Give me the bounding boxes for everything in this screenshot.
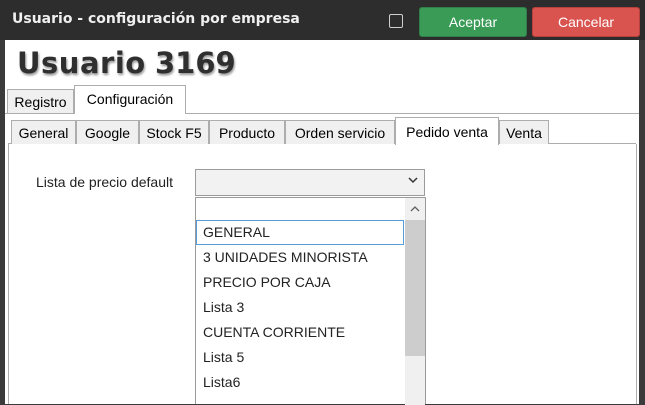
dropdown-option[interactable]: PRECIO POR CAJA (196, 270, 404, 295)
tab-venta[interactable]: Venta (499, 120, 549, 144)
window-titlebar: Usuario - configuración por empresa Acep… (0, 0, 645, 40)
tab-configuracion[interactable]: Configuración (74, 85, 186, 114)
user-number: 3169 (155, 46, 236, 80)
page-title: Usuario (17, 46, 146, 80)
price-list-label: Lista de precio default (36, 174, 173, 190)
price-list-select[interactable] (195, 169, 425, 196)
panel-left-border (8, 144, 9, 404)
tab-pedido-venta[interactable]: Pedido venta (395, 117, 499, 145)
scrollbar-thumb[interactable] (405, 220, 425, 356)
tab-stock-f5[interactable]: Stock F5 (139, 120, 209, 144)
cancel-button[interactable]: Cancelar (532, 7, 640, 37)
dropdown-options: GENERAL 3 UNIDADES MINORISTA PRECIO POR … (196, 220, 404, 395)
tab-registro[interactable]: Registro (7, 89, 74, 113)
dropdown-scrollbar[interactable] (405, 198, 425, 405)
dropdown-option-general[interactable]: GENERAL (196, 220, 404, 245)
scroll-up-icon[interactable] (405, 198, 425, 218)
panel-right-border (636, 144, 637, 404)
window-title: Usuario - configuración por empresa (12, 11, 300, 27)
titlebar-checkbox[interactable] (389, 14, 403, 28)
accept-button[interactable]: Aceptar (419, 7, 527, 37)
chevron-down-icon[interactable] (408, 173, 418, 187)
dropdown-option[interactable]: 3 UNIDADES MINORISTA (196, 245, 404, 270)
dropdown-option[interactable]: CUENTA CORRIENTE (196, 320, 404, 345)
dropdown-option[interactable]: Lista 5 (196, 345, 404, 370)
dropdown-option[interactable]: Lista6 (196, 370, 404, 395)
tab-orden-servicio[interactable]: Orden servicio (285, 120, 395, 144)
price-list-dropdown[interactable]: GENERAL 3 UNIDADES MINORISTA PRECIO POR … (195, 197, 426, 405)
tab-producto[interactable]: Producto (209, 120, 285, 144)
dropdown-option[interactable]: Lista 3 (196, 295, 404, 320)
tab-google[interactable]: Google (76, 120, 139, 144)
window-edge (639, 40, 645, 404)
tab-general[interactable]: General (11, 120, 76, 144)
